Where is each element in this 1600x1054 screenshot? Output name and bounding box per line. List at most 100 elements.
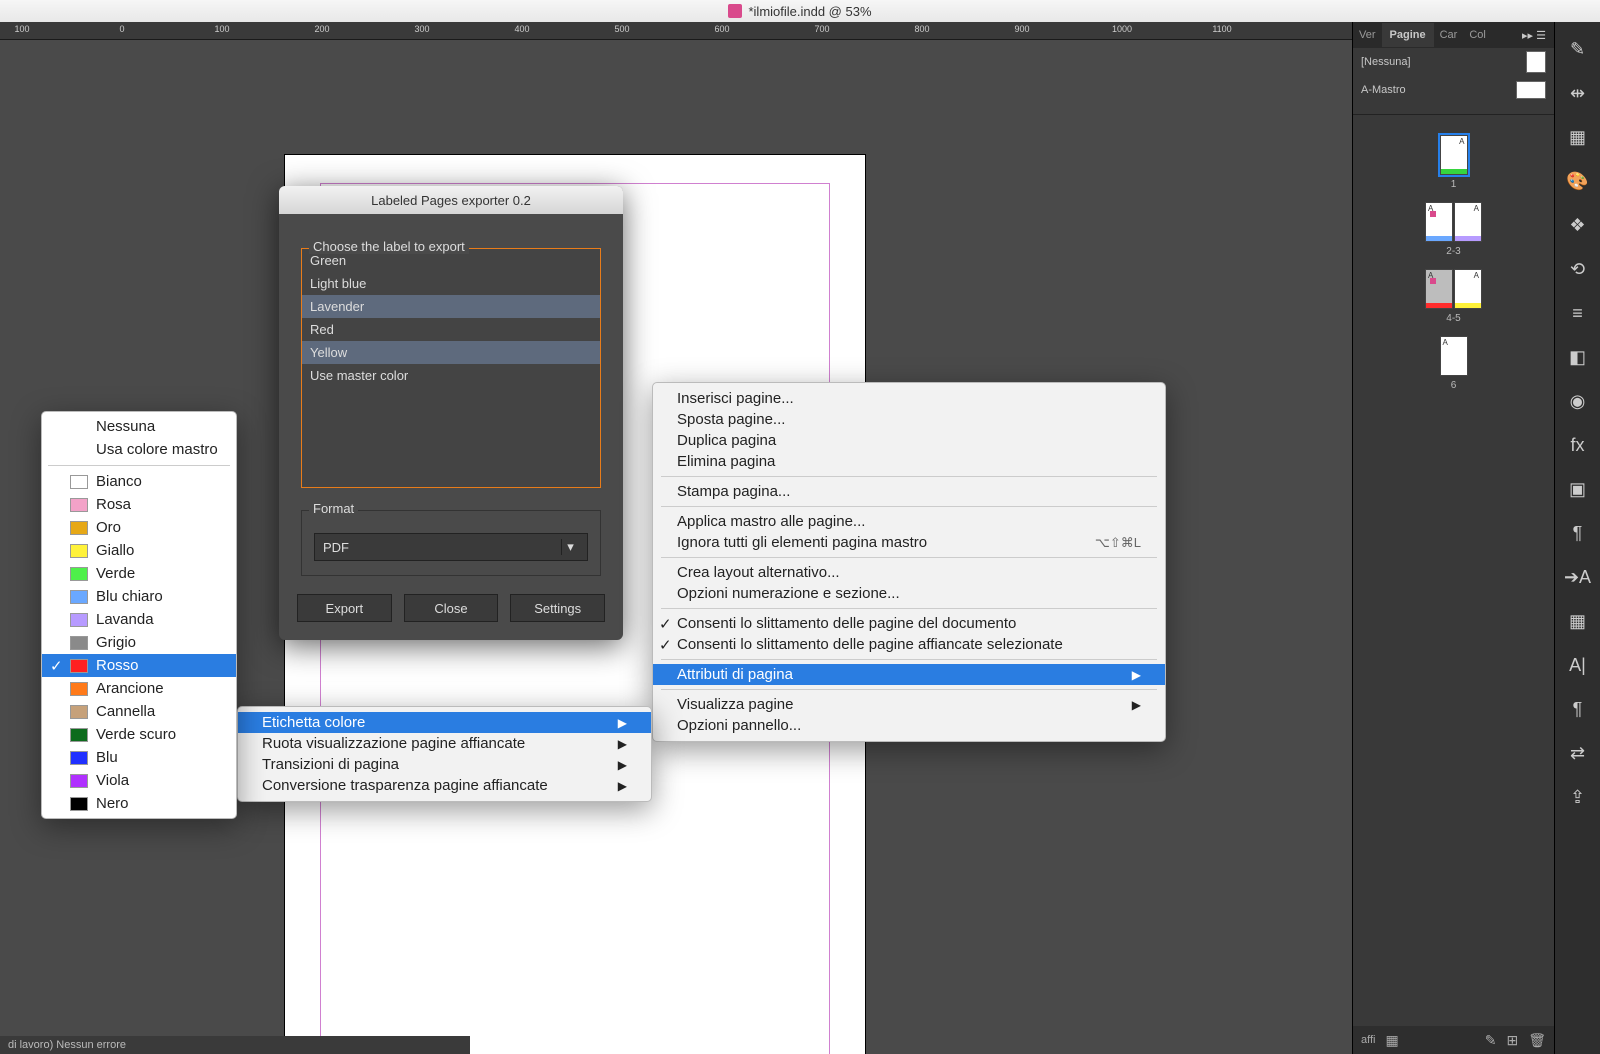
color-item[interactable]: Verde bbox=[42, 562, 236, 585]
menu-item[interactable]: Duplica pagina bbox=[653, 430, 1165, 451]
menu-item[interactable]: Opzioni pannello... bbox=[653, 715, 1165, 736]
color-item[interactable]: Rosa bbox=[42, 493, 236, 516]
page-thumb-right[interactable]: A bbox=[1454, 269, 1482, 309]
color-item[interactable]: Grigio bbox=[42, 631, 236, 654]
link-icon[interactable]: ⟲ bbox=[1567, 258, 1589, 280]
menu-item[interactable]: Applica mastro alle pagine... bbox=[653, 511, 1165, 532]
page-thumb-left[interactable]: A bbox=[1425, 202, 1453, 242]
page-thumb-left[interactable]: A bbox=[1425, 269, 1453, 309]
menu-item[interactable]: Visualizza pagine▶ bbox=[653, 694, 1165, 715]
menu-item[interactable]: Elimina pagina bbox=[653, 451, 1165, 472]
align-icon[interactable]: ⇹ bbox=[1567, 82, 1589, 104]
char-style-icon[interactable]: ➔A bbox=[1567, 566, 1589, 588]
pilcrow-icon[interactable]: ¶ bbox=[1567, 698, 1589, 720]
menu-item[interactable]: Inserisci pagine... bbox=[653, 388, 1165, 409]
menu-item[interactable]: Opzioni numerazione e sezione... bbox=[653, 583, 1165, 604]
color-item[interactable]: Giallo bbox=[42, 539, 236, 562]
type-icon[interactable]: A| bbox=[1567, 654, 1589, 676]
color-item[interactable]: Cannella bbox=[42, 700, 236, 723]
submenu-item[interactable]: Etichetta colore▶ bbox=[238, 712, 651, 733]
menu-item[interactable]: Stampa pagina... bbox=[653, 481, 1165, 502]
menu-item[interactable]: ✓Consenti lo slittamento delle pagine de… bbox=[653, 613, 1165, 634]
label-item[interactable]: Use master color bbox=[302, 364, 600, 387]
page-thumbnails: A1AA2-3AA4-5A6 bbox=[1353, 125, 1554, 401]
layers-icon[interactable]: ❖ bbox=[1567, 214, 1589, 236]
wand-icon[interactable]: ✎ bbox=[1567, 38, 1589, 60]
label-item[interactable]: Light blue bbox=[302, 272, 600, 295]
color-item[interactable]: Blu chiaro bbox=[42, 585, 236, 608]
settings-button[interactable]: Settings bbox=[510, 594, 605, 622]
footer-label: affi bbox=[1361, 1034, 1375, 1046]
ruler-mark: 100 bbox=[14, 24, 29, 34]
label-item[interactable]: Lavender bbox=[302, 295, 600, 318]
color-item[interactable]: Blu bbox=[42, 746, 236, 769]
gradient-icon[interactable]: ◧ bbox=[1567, 346, 1589, 368]
table-icon[interactable]: ▦ bbox=[1567, 610, 1589, 632]
ruler-mark: 100 bbox=[214, 24, 229, 34]
color-item[interactable]: Usa colore mastro bbox=[42, 438, 236, 461]
master-none-row[interactable]: [Nessuna] bbox=[1353, 48, 1554, 76]
swap-icon[interactable]: ⇄ bbox=[1567, 742, 1589, 764]
dialog-title: Labeled Pages exporter 0.2 bbox=[279, 186, 623, 214]
master-a-label: A-Mastro bbox=[1361, 84, 1406, 96]
label-item[interactable]: Red bbox=[302, 318, 600, 341]
page-thumb-4-5[interactable]: AA4-5 bbox=[1425, 269, 1482, 324]
send-icon[interactable]: ⇪ bbox=[1567, 786, 1589, 808]
label-item[interactable]: Yellow bbox=[302, 341, 600, 364]
lines-icon[interactable]: ≡ bbox=[1567, 302, 1589, 324]
tab-col[interactable]: Col bbox=[1463, 29, 1492, 41]
format-dropdown[interactable]: PDF ▾ bbox=[314, 533, 588, 561]
color-item[interactable]: Viola bbox=[42, 769, 236, 792]
page-thumb-right[interactable]: A bbox=[1454, 202, 1482, 242]
page-thumb-1[interactable]: A1 bbox=[1440, 135, 1468, 190]
menu-item[interactable]: ✓Consenti lo slittamento delle pagine af… bbox=[653, 634, 1165, 655]
right-dock: ✎ ⇹ ▦ 🎨 ❖ ⟲ ≡ ◧ ◉ fx ▣ ¶ ➔A ▦ A| ¶ ⇄ ⇪ bbox=[1554, 22, 1600, 1054]
menu-item[interactable]: Attributi di pagina▶ bbox=[653, 664, 1165, 685]
master-none-thumb bbox=[1526, 51, 1546, 73]
submenu-item[interactable]: Conversione trasparenza pagine affiancat… bbox=[238, 775, 651, 796]
color-item[interactable]: Bianco bbox=[42, 470, 236, 493]
page-thumb-6[interactable]: A6 bbox=[1440, 336, 1468, 391]
export-button[interactable]: Export bbox=[297, 594, 392, 622]
pathfinder-icon[interactable]: ▣ bbox=[1567, 478, 1589, 500]
ruler-mark: 700 bbox=[814, 24, 829, 34]
color-item[interactable]: Nessuna bbox=[42, 415, 236, 438]
close-button[interactable]: Close bbox=[404, 594, 499, 622]
menu-item[interactable]: Ignora tutti gli elementi pagina mastro⌥… bbox=[653, 532, 1165, 553]
footer-edit-icon[interactable]: ✎ bbox=[1485, 1032, 1497, 1049]
footer-trash-icon[interactable]: 🗑 bbox=[1528, 1032, 1546, 1049]
master-a-row[interactable]: A-Mastro bbox=[1353, 76, 1554, 104]
color-item[interactable]: Arancione bbox=[42, 677, 236, 700]
palette-icon[interactable]: 🎨 bbox=[1567, 170, 1589, 192]
grid-icon[interactable]: ▦ bbox=[1567, 126, 1589, 148]
tab-ver[interactable]: Ver bbox=[1353, 29, 1382, 41]
paragraph-icon[interactable]: ¶ bbox=[1567, 522, 1589, 544]
page-number-label: 2-3 bbox=[1446, 246, 1460, 257]
color-item[interactable]: Nero bbox=[42, 792, 236, 815]
cc-icon[interactable]: ◉ bbox=[1567, 390, 1589, 412]
ruler-mark: 200 bbox=[314, 24, 329, 34]
page-thumb-single[interactable]: A bbox=[1440, 135, 1468, 175]
color-item[interactable]: ✓Rosso bbox=[42, 654, 236, 677]
menu-item[interactable]: Sposta pagine... bbox=[653, 409, 1165, 430]
panel-more-icon[interactable]: ▸▸ ☰ bbox=[1514, 29, 1554, 42]
window-title: *ilmiofile.indd @ 53% bbox=[748, 4, 871, 19]
menu-item[interactable]: Crea layout alternativo... bbox=[653, 562, 1165, 583]
submenu-item[interactable]: Transizioni di pagina▶ bbox=[238, 754, 651, 775]
tab-pagine[interactable]: Pagine bbox=[1382, 23, 1434, 47]
doc-icon bbox=[728, 4, 742, 18]
label-listbox[interactable]: GreenLight blueLavenderRedYellowUse mast… bbox=[301, 248, 601, 488]
pages-divider bbox=[1353, 114, 1554, 115]
footer-new-icon[interactable]: ⊞ bbox=[1506, 1032, 1518, 1049]
page-thumb-left[interactable]: A bbox=[1440, 336, 1468, 376]
color-item[interactable]: Verde scuro bbox=[42, 723, 236, 746]
color-item[interactable]: Lavanda bbox=[42, 608, 236, 631]
ruler-mark: 500 bbox=[614, 24, 629, 34]
fx-icon[interactable]: fx bbox=[1567, 434, 1589, 456]
footer-grid-icon[interactable]: ▦ bbox=[1385, 1032, 1398, 1049]
color-item[interactable]: Oro bbox=[42, 516, 236, 539]
chevron-down-icon: ▾ bbox=[561, 539, 579, 555]
page-thumb-2-3[interactable]: AA 2-3 bbox=[1425, 202, 1482, 257]
submenu-item[interactable]: Ruota visualizzazione pagine affiancate▶ bbox=[238, 733, 651, 754]
tab-car[interactable]: Car bbox=[1434, 29, 1464, 41]
